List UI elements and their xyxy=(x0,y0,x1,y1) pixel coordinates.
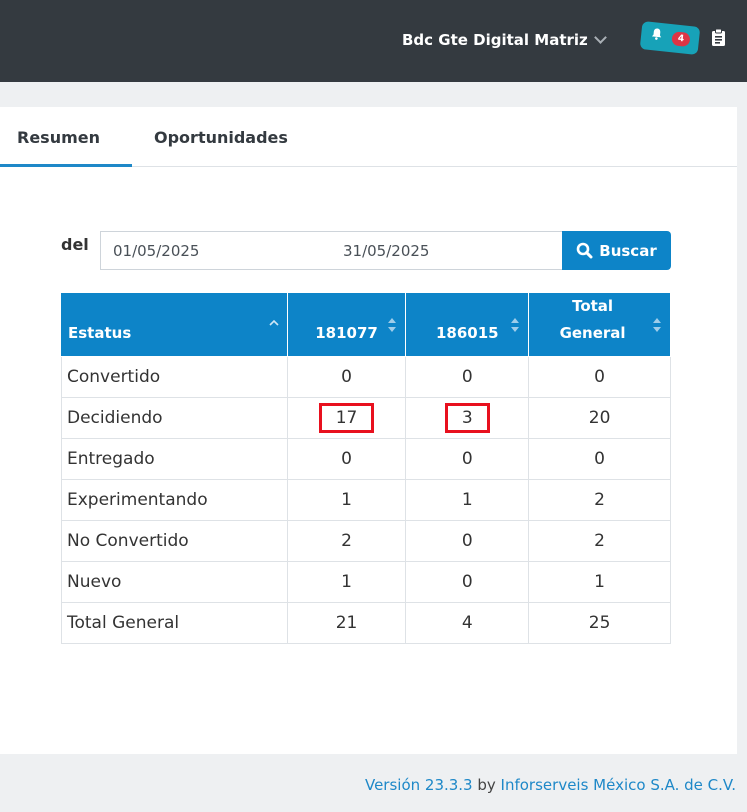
company-link[interactable]: Inforserveis México S.A. de C.V. xyxy=(501,776,736,794)
sort-icon xyxy=(511,318,520,332)
footer: Versión 23.3.3 by Inforserveis México S.… xyxy=(365,776,736,794)
tab-bar: Resumen Oportunidades xyxy=(0,107,737,167)
column-header-total-general[interactable]: Total General xyxy=(528,292,671,357)
column-header-181077[interactable]: 181077 xyxy=(286,292,407,357)
highlighted-value: 3 xyxy=(444,403,490,433)
user-menu[interactable]: Bdc Gte Digital Matriz xyxy=(402,28,607,52)
tab-oportunidades[interactable]: Oportunidades xyxy=(154,107,288,167)
total-cell: 2 xyxy=(528,479,671,521)
user-name: Bdc Gte Digital Matriz xyxy=(402,31,588,49)
table-row: Nuevo 1 0 1 xyxy=(61,561,671,603)
table-row: Entregado 0 0 0 xyxy=(61,438,671,480)
table-row: Convertido 0 0 0 xyxy=(61,356,671,398)
total-cell: 1 xyxy=(528,561,671,603)
total-cell: 0 xyxy=(528,438,671,480)
value-cell: 21 xyxy=(286,602,407,644)
status-cell: Total General xyxy=(61,602,288,644)
value-cell: 0 xyxy=(405,561,530,603)
footer-by-text: by xyxy=(472,776,501,794)
table-row-total: Total General 21 4 25 xyxy=(61,602,671,644)
column-header-estatus[interactable]: Estatus xyxy=(61,292,288,357)
value-cell: 2 xyxy=(286,520,407,562)
search-button[interactable]: Buscar xyxy=(562,231,671,270)
total-cell: 20 xyxy=(528,397,671,439)
bell-icon xyxy=(651,28,662,40)
value-cell: 0 xyxy=(405,438,530,480)
chevron-down-icon xyxy=(593,31,607,44)
table-row: No Convertido 2 0 2 xyxy=(61,520,671,562)
value-cell: 4 xyxy=(405,602,530,644)
value-cell: 1 xyxy=(405,479,530,521)
total-cell: 25 xyxy=(528,602,671,644)
date-to-input[interactable] xyxy=(331,231,563,270)
value-cell: 0 xyxy=(286,438,407,480)
value-cell: 0 xyxy=(405,520,530,562)
version-link[interactable]: Versión 23.3.3 xyxy=(365,776,473,794)
value-cell: 0 xyxy=(405,356,530,398)
notifications-count-badge: 4 xyxy=(671,31,691,48)
status-cell: Convertido xyxy=(61,356,288,398)
date-from-input[interactable] xyxy=(100,231,332,270)
status-cell: Nuevo xyxy=(61,561,288,603)
status-summary-table: Estatus 181077 186015 Total General Conv… xyxy=(61,292,671,644)
search-button-label: Buscar xyxy=(599,241,657,260)
clipboard-icon[interactable] xyxy=(711,28,726,47)
value-cell: 1 xyxy=(286,561,407,603)
total-cell: 2 xyxy=(528,520,671,562)
total-cell: 0 xyxy=(528,356,671,398)
tab-resumen[interactable]: Resumen xyxy=(0,107,132,167)
status-cell: Experimentando xyxy=(61,479,288,521)
value-cell: 0 xyxy=(286,356,407,398)
top-navbar: Bdc Gte Digital Matriz 4 xyxy=(0,0,747,82)
value-cell: 1 xyxy=(286,479,407,521)
sort-asc-icon xyxy=(269,319,279,326)
summary-card: Resumen Oportunidades del Buscar Estatus… xyxy=(0,107,737,754)
notifications-button[interactable]: 4 xyxy=(639,21,701,55)
value-cell: 3 xyxy=(405,397,530,439)
column-header-186015[interactable]: 186015 xyxy=(405,292,530,357)
table-row: Experimentando 1 1 2 xyxy=(61,479,671,521)
status-cell: No Convertido xyxy=(61,520,288,562)
search-icon xyxy=(576,242,593,259)
sort-icon xyxy=(653,318,661,332)
status-cell: Entregado xyxy=(61,438,288,480)
table-row: Decidiendo 17 3 20 xyxy=(61,397,671,439)
date-from-label: del xyxy=(61,235,89,254)
sort-icon xyxy=(388,318,397,332)
highlighted-value: 17 xyxy=(318,403,375,433)
status-cell: Decidiendo xyxy=(61,397,288,439)
value-cell: 17 xyxy=(286,397,407,439)
